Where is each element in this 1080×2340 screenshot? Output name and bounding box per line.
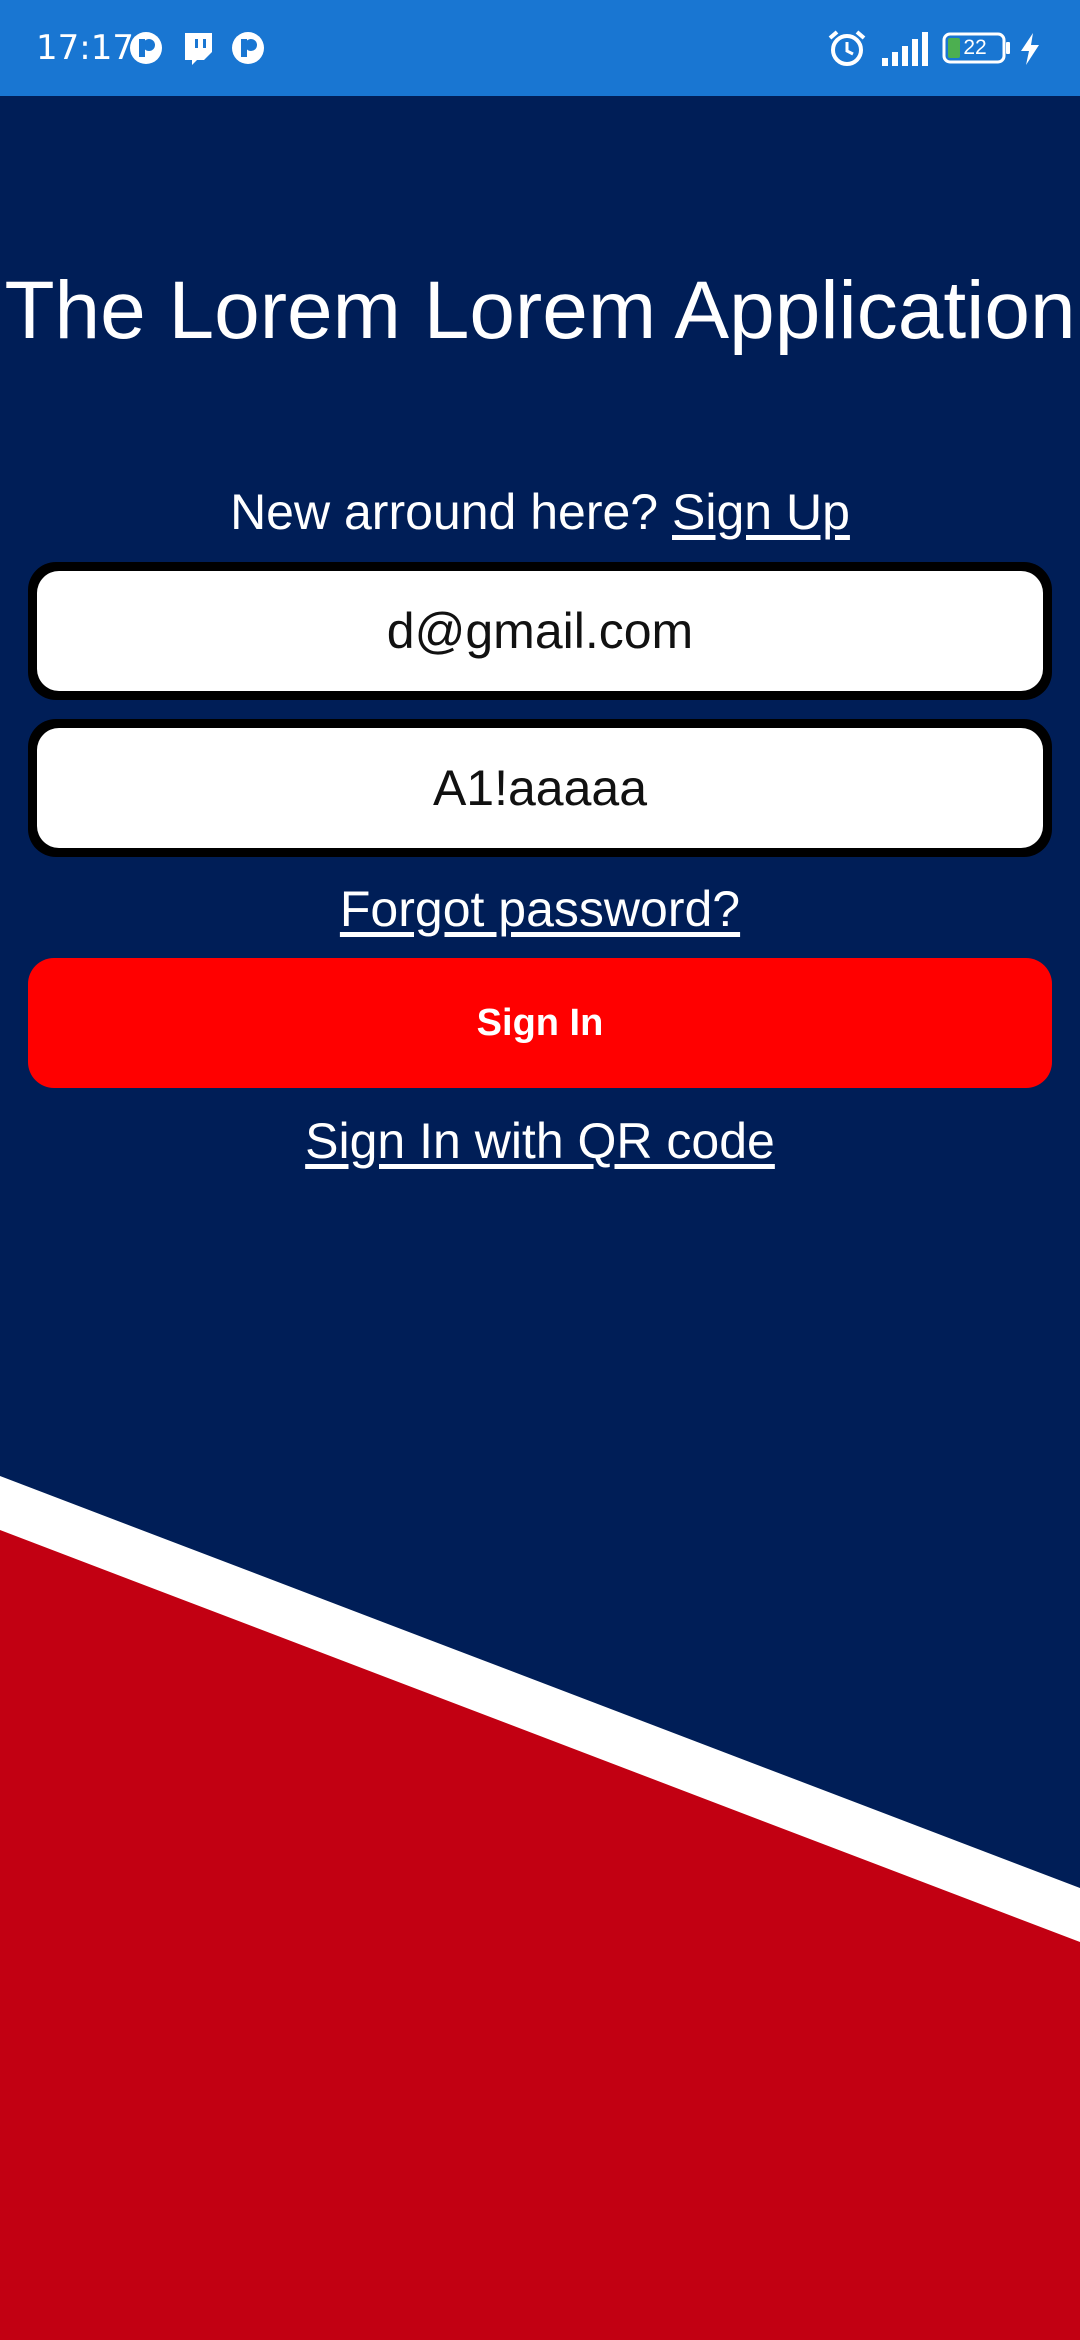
status-time: 17:17 — [36, 28, 134, 68]
app-title: The Lorem Lorem Application — [4, 265, 1076, 356]
battery-level: 22 — [963, 36, 987, 59]
email-input[interactable]: d@gmail.com — [37, 571, 1043, 691]
signup-prompt: New arround here? — [230, 484, 659, 540]
charging-icon — [1021, 33, 1039, 65]
signup-prompt-line: New arround here? Sign Up — [0, 482, 1080, 542]
sign-in-qr-link[interactable]: Sign In with QR code — [0, 1110, 1080, 1172]
notification-app-icon — [130, 32, 162, 64]
forgot-password-link[interactable]: Forgot password? — [0, 878, 1080, 940]
twitch-icon — [185, 33, 212, 65]
red-diagonal-shape — [0, 1530, 1080, 2340]
status-bar: 17:17 22 — [0, 0, 1080, 96]
signal-icon — [882, 32, 928, 66]
sign-in-button[interactable]: Sign In — [28, 958, 1052, 1088]
alarm-icon — [828, 30, 866, 66]
email-field[interactable]: d@gmail.com — [28, 562, 1052, 700]
password-input[interactable]: A1!aaaaa — [37, 728, 1043, 848]
notification-app-icon — [232, 32, 264, 64]
password-field[interactable]: A1!aaaaa — [28, 719, 1052, 857]
signup-link[interactable]: Sign Up — [672, 484, 850, 540]
